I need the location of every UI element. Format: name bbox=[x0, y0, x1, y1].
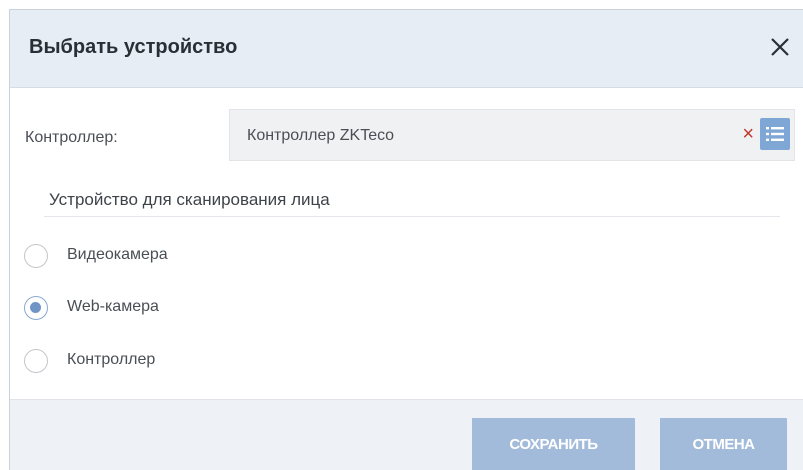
cancel-button[interactable]: ОТМЕНА bbox=[660, 418, 787, 470]
dialog-title: Выбрать устройство bbox=[29, 36, 238, 58]
section-divider bbox=[44, 216, 780, 217]
close-button[interactable] bbox=[763, 30, 797, 64]
controller-field-label: Контроллер: bbox=[25, 129, 118, 146]
close-icon bbox=[771, 38, 789, 56]
section-title: Устройство для сканирования лица bbox=[49, 190, 330, 209]
dialog-header: Выбрать устройство bbox=[10, 10, 803, 88]
radio-button[interactable] bbox=[24, 244, 48, 268]
radio-button[interactable] bbox=[24, 349, 48, 373]
list-icon bbox=[766, 127, 784, 141]
clear-icon[interactable]: × bbox=[742, 123, 754, 145]
save-button[interactable]: СОХРАНИТЬ bbox=[472, 418, 635, 470]
dialog-footer: СОХРАНИТЬ ОТМЕНА bbox=[10, 399, 803, 470]
controller-select-value: Контроллер ZKTeco bbox=[247, 127, 394, 144]
radio-label: Видеокамера bbox=[67, 246, 168, 263]
select-device-dialog: Выбрать устройство Контроллер: Контролле… bbox=[9, 9, 803, 470]
list-button[interactable] bbox=[760, 118, 790, 150]
radio-label: Контроллер bbox=[67, 351, 156, 368]
controller-select[interactable]: Контроллер ZKTeco × bbox=[229, 109, 795, 161]
radio-label: Web-камера bbox=[67, 298, 159, 315]
radio-button-checked[interactable] bbox=[24, 296, 48, 320]
